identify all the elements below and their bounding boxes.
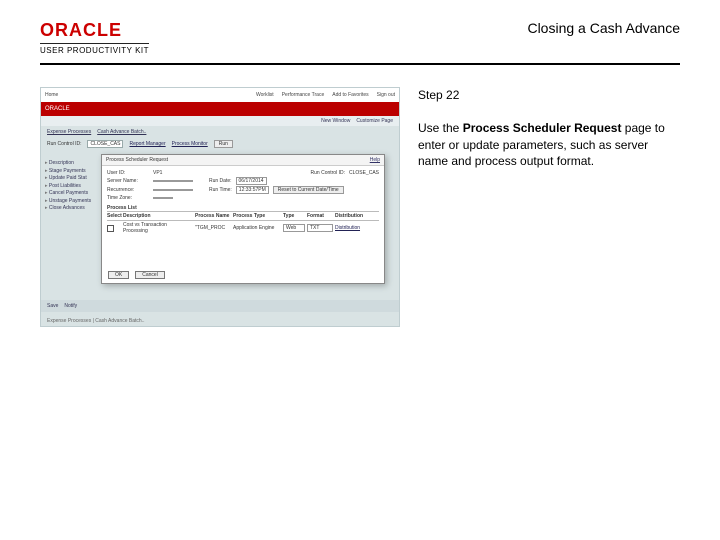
runctl-value: CLOSE_CAS — [87, 140, 123, 148]
oracle-logo: ORACLE — [40, 20, 149, 41]
brand-block: ORACLE USER PRODUCTIVITY KIT — [40, 20, 149, 55]
subnav-item[interactable]: New Window — [321, 118, 350, 124]
ok-button[interactable]: OK — [108, 271, 129, 279]
breadcrumb: Expense Processes Cash Advance Batch.. — [41, 126, 399, 138]
side-item[interactable]: Unstage Payments — [45, 198, 101, 206]
userid-value: VP1 — [153, 170, 162, 176]
recurrence-label: Recurrence: — [107, 187, 149, 193]
modal-runctl-label: Run Control ID: — [311, 170, 345, 176]
modal-title: Process Scheduler Request — [106, 157, 168, 163]
modal-runctl-value: CLOSE_CAS — [349, 170, 379, 176]
col-desc: Description — [123, 213, 193, 219]
instruction-text: Use the Process Scheduler Request page t… — [418, 120, 680, 170]
app-screenshot: Home Worklist Performance Trace Add to F… — [40, 87, 400, 327]
timezone-label: Time Zone: — [107, 195, 149, 201]
subnav-item[interactable]: Customize Page — [356, 118, 393, 124]
topnav-item[interactable]: Worklist — [256, 92, 274, 98]
topnav-item[interactable]: Home — [45, 92, 58, 98]
col-dist: Distribution — [335, 213, 369, 219]
app-brandbar: ORACLE — [41, 102, 399, 116]
process-monitor-link[interactable]: Process Monitor — [172, 141, 208, 147]
side-item[interactable]: Close Advances — [45, 205, 101, 213]
reset-time-button[interactable]: Reset to Current Date/Time — [273, 186, 344, 194]
row-dist-link[interactable]: Distribution — [335, 225, 369, 231]
notify-button[interactable]: Notify — [64, 303, 77, 309]
app-topnav: Home Worklist Performance Trace Add to F… — [41, 88, 399, 102]
topnav-item[interactable]: Performance Trace — [282, 92, 325, 98]
recurrence-dropdown[interactable] — [153, 189, 193, 191]
runtime-input[interactable]: 12:33:57PM — [236, 186, 269, 194]
process-scheduler-modal: Process Scheduler Request Help User ID: … — [101, 154, 385, 284]
row-ptype: Application Engine — [233, 225, 281, 231]
server-label: Server Name: — [107, 178, 149, 184]
app-footer: Save Notify — [41, 300, 399, 312]
process-grid-header: Select Description Process Name Process … — [107, 211, 379, 221]
topnav-item[interactable]: Add to Favorites — [332, 92, 368, 98]
timezone-input[interactable] — [153, 197, 173, 199]
side-item[interactable]: Update Paid Stat — [45, 175, 101, 183]
step-label: Step 22 — [418, 87, 680, 104]
topnav-item[interactable]: Sign out — [377, 92, 395, 98]
col-select: Select — [107, 213, 121, 219]
cancel-button[interactable]: Cancel — [135, 271, 165, 279]
row-checkbox[interactable] — [107, 225, 114, 232]
rundate-label: Run Date: — [209, 178, 232, 184]
instr-bold: Process Scheduler Request — [463, 121, 622, 135]
runtime-label: Run Time: — [209, 187, 232, 193]
instr-prefix: Use the — [418, 121, 463, 135]
instruction-panel: Step 22 Use the Process Scheduler Reques… — [418, 87, 680, 327]
row-pname: "TGM_PROC — [195, 225, 231, 231]
row-type-dropdown[interactable]: Web — [283, 224, 305, 232]
userid-label: User ID: — [107, 170, 149, 176]
row-format-dropdown[interactable]: TXT — [307, 224, 333, 232]
help-link[interactable]: Help — [370, 157, 380, 163]
side-item[interactable]: Description — [45, 160, 101, 168]
side-options: Description Stage Payments Update Paid S… — [45, 160, 101, 213]
report-manager-link[interactable]: Report Manager — [129, 141, 165, 147]
footer-breadcrumb: Expense Processes | Cash Advance Batch.. — [47, 318, 144, 324]
col-ptype: Process Type — [233, 213, 281, 219]
side-item[interactable]: Stage Payments — [45, 168, 101, 176]
col-pname: Process Name — [195, 213, 231, 219]
col-type: Type — [283, 213, 305, 219]
save-button[interactable]: Save — [47, 303, 58, 309]
row-desc: Cost vs Transaction Processing — [123, 222, 193, 234]
page-title: Closing a Cash Advance — [527, 20, 680, 36]
upk-label: USER PRODUCTIVITY KIT — [40, 43, 149, 55]
col-format: Format — [307, 213, 333, 219]
side-item[interactable]: Cancel Payments — [45, 190, 101, 198]
crumb[interactable]: Cash Advance Batch.. — [97, 129, 146, 135]
run-button[interactable]: Run — [214, 140, 233, 148]
server-dropdown[interactable] — [153, 180, 193, 182]
runctl-label: Run Control ID: — [47, 141, 81, 147]
rundate-input[interactable]: 06/17/2014 — [236, 177, 267, 185]
app-subnav: New Window Customize Page — [41, 116, 399, 126]
crumb[interactable]: Expense Processes — [47, 129, 91, 135]
process-grid-row: Cost vs Transaction Processing "TGM_PROC… — [107, 221, 379, 235]
side-item[interactable]: Post Liabilities — [45, 183, 101, 191]
